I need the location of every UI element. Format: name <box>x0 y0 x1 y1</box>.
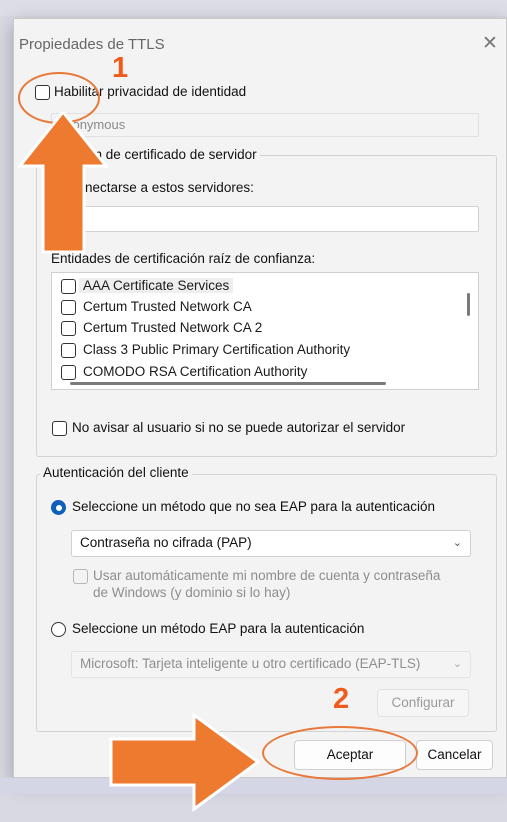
ca-checkbox[interactable] <box>61 300 76 315</box>
close-icon[interactable]: ✕ <box>482 34 498 53</box>
ca-label: COMODO RSA Certification Authority <box>83 364 308 379</box>
horizontal-scrollbar[interactable] <box>70 382 386 385</box>
non-eap-label: Seleccione un método que no sea EAP para… <box>72 499 436 514</box>
vertical-scrollbar[interactable] <box>467 293 470 316</box>
arrow-right-icon <box>109 712 261 812</box>
chevron-down-icon: ⌄ <box>452 537 462 549</box>
step-1-number: 1 <box>112 52 129 84</box>
eap-radio[interactable] <box>51 622 66 637</box>
non-eap-method-select[interactable]: Contraseña no cifrada (PAP) ⌄ <box>71 530 471 557</box>
select-value: Contraseña no cifrada (PAP) <box>80 535 252 550</box>
auto-credentials-checkbox[interactable] <box>73 569 88 584</box>
eap-label: Seleccione un método EAP para la autenti… <box>72 621 365 636</box>
no-warn-label: No avisar al usuario si no se puede auto… <box>72 420 406 435</box>
trusted-ca-list[interactable]: AAA Certificate Services Certum Trusted … <box>51 272 479 390</box>
auto-credentials-label-line2: de Windows (y dominio si lo hay) <box>93 585 291 600</box>
ca-label: Certum Trusted Network CA <box>83 299 252 314</box>
ca-label: Class 3 Public Primary Certification Aut… <box>83 342 351 357</box>
ca-label: Certum Trusted Network CA 2 <box>83 320 263 335</box>
cancel-button[interactable]: Cancelar <box>416 740 493 770</box>
no-warn-checkbox[interactable] <box>52 421 67 436</box>
ca-checkbox[interactable] <box>61 365 76 380</box>
client-auth-group-label: Autenticación del cliente <box>40 465 192 480</box>
background-top <box>0 0 507 16</box>
non-eap-radio[interactable] <box>51 500 66 515</box>
configure-button[interactable]: Configurar <box>377 689 469 717</box>
ca-checkbox[interactable] <box>61 343 76 358</box>
eap-method-select[interactable]: Microsoft: Tarjeta inteligente u otro ce… <box>71 651 471 678</box>
select-value: Microsoft: Tarjeta inteligente u otro ce… <box>80 656 421 671</box>
ca-checkbox[interactable] <box>61 321 76 336</box>
auto-credentials-label-line1: Usar automáticamente mi nombre de cuenta… <box>93 568 441 583</box>
step-2-number: 2 <box>333 683 350 715</box>
arrow-up-icon <box>16 112 110 254</box>
chevron-down-icon: ⌄ <box>452 658 462 670</box>
window-title: Propiedades de TTLS <box>19 36 165 53</box>
